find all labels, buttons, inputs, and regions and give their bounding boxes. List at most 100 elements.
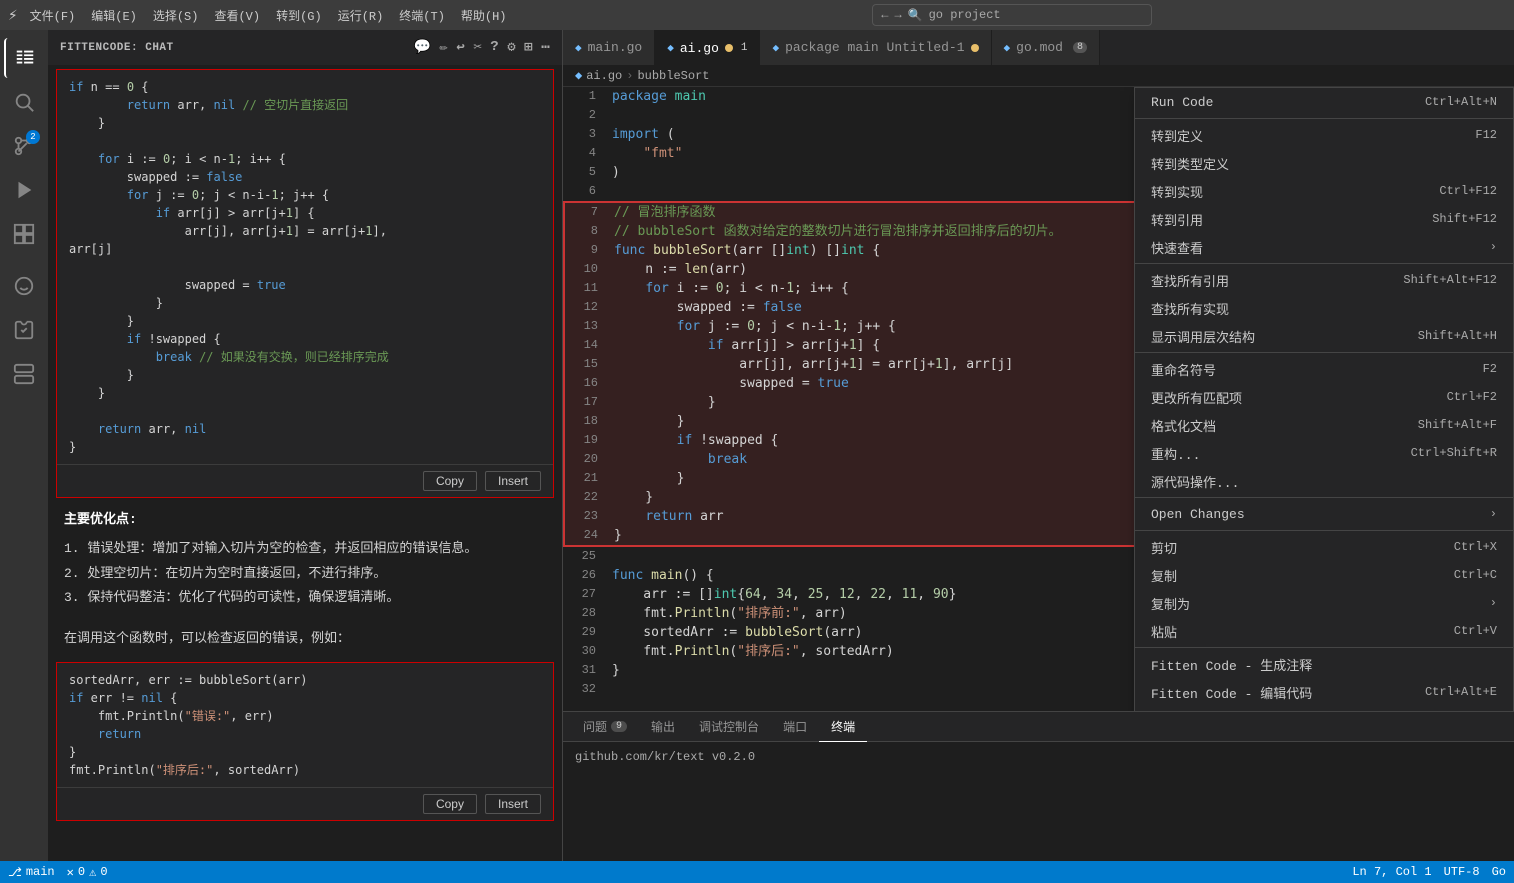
menu-goto-type-def[interactable]: 转到类型定义 — [1135, 149, 1513, 177]
activity-test[interactable] — [4, 310, 44, 350]
menu-edit[interactable]: 编辑(E) — [91, 7, 137, 24]
activity-explorer[interactable] — [4, 38, 44, 78]
history-icon[interactable]: ↩ — [456, 39, 465, 56]
breadcrumb: ◆ ai.go › bubbleSort — [563, 65, 1514, 87]
menu-format-doc[interactable]: 格式化文档 Shift+Alt+F — [1135, 411, 1513, 439]
menu-help[interactable]: 帮助(H) — [461, 7, 507, 24]
menu-copy-as-arrow: › — [1490, 596, 1497, 610]
menu-fitten-edit[interactable]: Fitten Code - 编辑代码 Ctrl+Alt+E — [1135, 678, 1513, 706]
tab-untitled-1[interactable]: ◆ package main Untitled-1 — [760, 30, 991, 65]
app-icon: ⚡ — [8, 5, 18, 25]
bottom-tab-ports[interactable]: 端口 — [771, 712, 819, 742]
activity-search[interactable] — [4, 82, 44, 122]
menu-goto-impl[interactable]: 转到实现 Ctrl+F12 — [1135, 177, 1513, 205]
menu-change-all-label: 更改所有匹配项 — [1151, 388, 1427, 407]
insert-button-2[interactable]: Insert — [485, 794, 541, 814]
menu-paste-label: 粘贴 — [1151, 622, 1434, 641]
menu-copy-as-label: 复制为 — [1151, 594, 1490, 613]
tab-main-go-label: main.go — [588, 40, 643, 55]
activity-run[interactable] — [4, 170, 44, 210]
activity-git[interactable]: 2 — [4, 126, 44, 166]
tab-ai-go-number: 1 — [741, 42, 748, 54]
copy-button-2[interactable]: Copy — [423, 794, 477, 814]
status-errors[interactable]: ✕ 0 ⚠ 0 — [67, 865, 108, 880]
menu-select[interactable]: 选择(S) — [153, 7, 199, 24]
menu-view[interactable]: 查看(V) — [214, 7, 260, 24]
menu-paste[interactable]: 粘贴 Ctrl+V — [1135, 617, 1513, 645]
split-icon[interactable]: ⊞ — [524, 39, 533, 56]
menu-goto[interactable]: 转到(G) — [276, 7, 322, 24]
menu-file[interactable]: 文件(F) — [30, 7, 76, 24]
more-icon[interactable]: ⋯ — [541, 39, 550, 56]
code-block-2-actions: Copy Insert — [57, 787, 553, 820]
menu-bar: 文件(F) 编辑(E) 选择(S) 查看(V) 转到(G) 运行(R) 终端(T… — [30, 7, 507, 24]
menu-call-hierarchy[interactable]: 显示调用层次结构 Shift+Alt+H — [1135, 322, 1513, 350]
bottom-tab-problems[interactable]: 问题 9 — [571, 712, 639, 742]
menu-goto-def-label: 转到定义 — [1151, 126, 1455, 145]
menu-open-changes-arrow: › — [1490, 507, 1497, 521]
help-icon[interactable]: ? — [490, 39, 499, 56]
menu-find-all-refs-shortcut: Shift+Alt+F12 — [1403, 273, 1497, 287]
menu-open-changes[interactable]: Open Changes › — [1135, 500, 1513, 528]
menu-copy-as[interactable]: 复制为 › — [1135, 589, 1513, 617]
global-search-bar[interactable]: ← → 🔍 go project — [872, 4, 1152, 26]
bottom-tab-ports-label: 端口 — [783, 718, 807, 735]
title-bar: ⚡ 文件(F) 编辑(E) 选择(S) 查看(V) 转到(G) 运行(R) 终端… — [0, 0, 1514, 30]
call-example-label: 在调用这个函数时，可以检查返回的错误，例如： — [64, 631, 350, 646]
editor-area: ◆ main.go ◆ ai.go 1 ◆ package main Untit… — [563, 30, 1514, 861]
chat-icon[interactable]: 💬 — [414, 39, 432, 56]
tab-ai-go[interactable]: ◆ ai.go 1 — [655, 30, 760, 65]
menu-run[interactable]: 运行(R) — [338, 7, 384, 24]
insert-button-1[interactable]: Insert — [485, 471, 541, 491]
activity-extensions[interactable] — [4, 214, 44, 254]
menu-quick-peek[interactable]: 快速查看 › — [1135, 233, 1513, 261]
bottom-tab-output-label: 输出 — [651, 718, 675, 735]
settings-icon[interactable]: ⚙ — [507, 39, 516, 56]
search-icon: 🔍 — [908, 8, 923, 23]
menu-refactor[interactable]: 重构... Ctrl+Shift+R — [1135, 439, 1513, 467]
tab-main-go[interactable]: ◆ main.go — [563, 30, 655, 65]
bottom-tab-output[interactable]: 输出 — [639, 712, 687, 742]
back-icon[interactable]: ← — [881, 8, 888, 22]
menu-change-all[interactable]: 更改所有匹配项 Ctrl+F2 — [1135, 383, 1513, 411]
status-file-info[interactable]: Ln 7, Col 1 — [1352, 865, 1431, 879]
menu-goto-ref[interactable]: 转到引用 Shift+F12 — [1135, 205, 1513, 233]
code-block-2-content: sortedArr, err := bubbleSort(arr) if err… — [57, 663, 553, 787]
menu-run-code[interactable]: Run Code Ctrl+Alt+N — [1135, 88, 1513, 116]
tab-ai-go-modified-dot — [725, 44, 733, 52]
menu-find-all-refs[interactable]: 查找所有引用 Shift+Alt+F12 — [1135, 266, 1513, 294]
menu-fitten-gen-comment[interactable]: Fitten Code - 生成注释 — [1135, 650, 1513, 678]
menu-copy[interactable]: 复制 Ctrl+C — [1135, 561, 1513, 589]
status-language[interactable]: Go — [1492, 865, 1506, 879]
menu-find-all-impl[interactable]: 查找所有实现 — [1135, 294, 1513, 322]
bottom-tab-debug[interactable]: 调试控制台 — [687, 712, 771, 742]
menu-cut[interactable]: 剪切 Ctrl+X — [1135, 533, 1513, 561]
tab-go-mod[interactable]: ◆ go.mod 8 — [992, 30, 1100, 65]
scissors-icon[interactable]: ✂ — [473, 39, 482, 56]
title-bar-center: ← → 🔍 go project — [519, 4, 1506, 26]
encoding-label: UTF-8 — [1444, 865, 1480, 879]
activity-remote[interactable] — [4, 354, 44, 394]
menu-goto-def[interactable]: 转到定义 F12 — [1135, 121, 1513, 149]
menu-terminal[interactable]: 终端(T) — [399, 7, 445, 24]
code-block-1-actions: Copy Insert — [57, 464, 553, 497]
menu-refactor-label: 重构... — [1151, 444, 1391, 463]
activity-fittencode[interactable] — [4, 266, 44, 306]
bottom-tab-debug-label: 调试控制台 — [699, 718, 759, 735]
menu-fitten-explain[interactable]: Fitten Code - 解释代码 — [1135, 706, 1513, 711]
copy-button-1[interactable]: Copy — [423, 471, 477, 491]
forward-icon[interactable]: → — [894, 8, 901, 22]
bottom-tabs: 问题 9 输出 调试控制台 端口 终端 — [563, 712, 1514, 742]
bottom-tab-terminal[interactable]: 终端 — [819, 712, 867, 742]
menu-cut-label: 剪切 — [1151, 538, 1434, 557]
tab-go-mod-badge: 8 — [1073, 42, 1087, 53]
code-block-1: if n == 0 { return arr, nil // 空切片直接返回 }… — [56, 69, 554, 498]
pencil-icon[interactable]: ✏ — [439, 39, 448, 56]
status-git[interactable]: ⎇ main — [8, 865, 55, 880]
code-block-1-content: if n == 0 { return arr, nil // 空切片直接返回 }… — [57, 70, 553, 464]
menu-rename[interactable]: 重命名符号 F2 — [1135, 355, 1513, 383]
status-encoding[interactable]: UTF-8 — [1444, 865, 1480, 879]
menu-source-action[interactable]: 源代码操作... — [1135, 467, 1513, 495]
menu-sep-4 — [1135, 497, 1513, 498]
menu-find-all-refs-label: 查找所有引用 — [1151, 271, 1383, 290]
